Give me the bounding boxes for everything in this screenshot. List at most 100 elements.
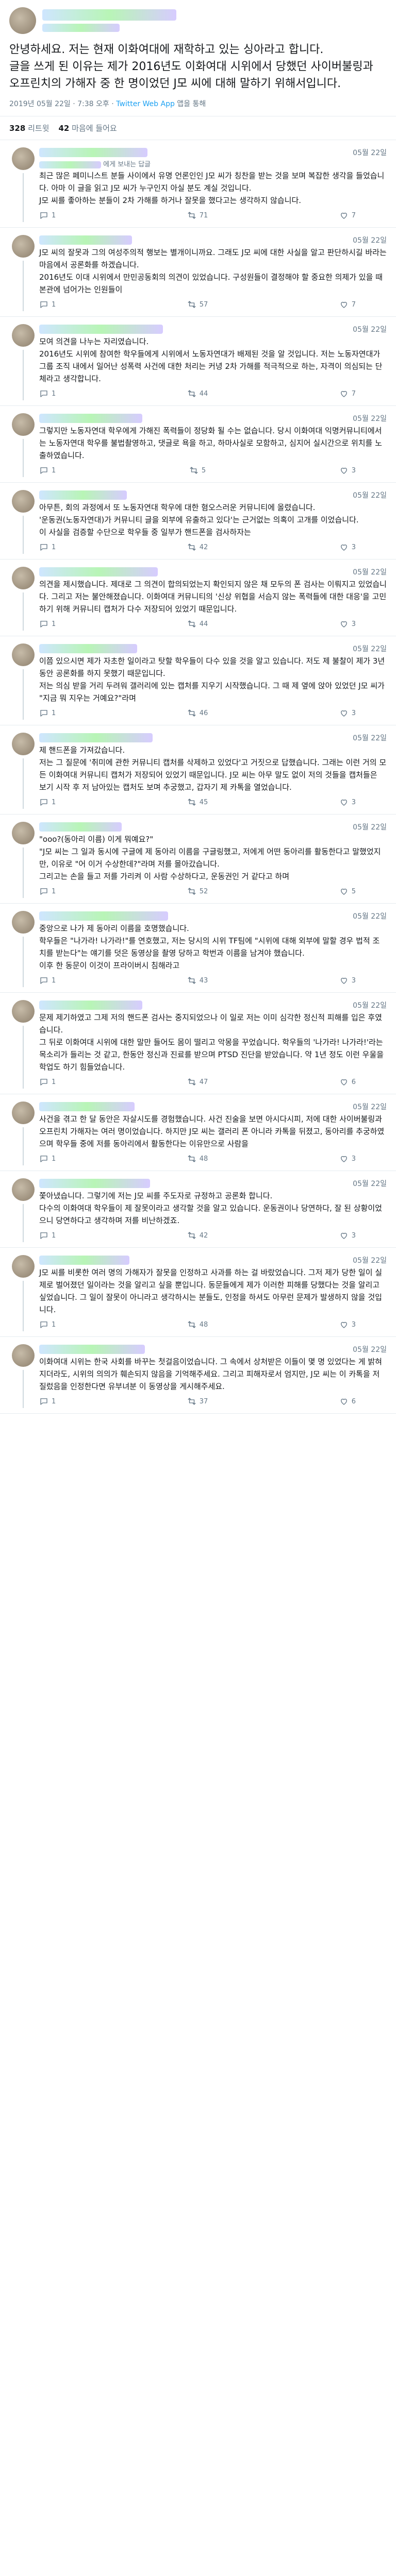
main-tweet-header bbox=[0, 0, 396, 37]
reply-tweet[interactable]: 05월 22일 "ooo?(동아리 이름) 이게 뭐예요?" "J모 씨는 그 … bbox=[0, 815, 396, 904]
reply-button[interactable]: 1 bbox=[39, 389, 56, 398]
retweet-button[interactable]: 42 bbox=[187, 543, 208, 552]
retweet-button[interactable]: 45 bbox=[187, 798, 208, 807]
retweet-button[interactable]: 43 bbox=[187, 976, 208, 985]
reply-tweet[interactable]: 05월 22일 아무튼, 회의 과정에서 또 노동자연대 학우에 대한 혐오스러… bbox=[0, 483, 396, 560]
reply-tweet[interactable]: 05월 22일 이쯤 있으시면 제가 자초한 일이라고 탓할 학우들이 다수 있… bbox=[0, 636, 396, 725]
retweet-icon bbox=[188, 390, 196, 397]
reply-avatar[interactable] bbox=[12, 1178, 35, 1201]
reply-tweet[interactable]: 05월 22일 이화여대 시위는 한국 사회를 바꾸는 첫걸음이었습니다. 그 … bbox=[0, 1337, 396, 1414]
thread-line bbox=[23, 758, 24, 809]
retweet-button[interactable]: 42 bbox=[187, 1231, 208, 1240]
reply-button[interactable]: 1 bbox=[39, 1397, 56, 1406]
retweet-label: 리트윗 bbox=[28, 124, 50, 133]
reply-button[interactable]: 1 bbox=[39, 708, 56, 718]
reply-tweet[interactable]: 05월 22일 문제 제기하였고 그제 저의 핸드폰 검사는 중지되었으나 이 … bbox=[0, 993, 396, 1094]
reply-tweet[interactable]: 05월 22일 그렇지만 노동자연대 학우에게 가해진 폭력들이 정당화 될 수… bbox=[0, 406, 396, 483]
reply-button[interactable]: 1 bbox=[39, 1231, 56, 1240]
like-button[interactable]: 5 bbox=[339, 887, 356, 896]
reply-avatar[interactable] bbox=[12, 490, 35, 513]
retweet-button[interactable]: 71 bbox=[187, 211, 208, 220]
reply-avatar[interactable] bbox=[12, 413, 35, 436]
retweet-button[interactable]: 44 bbox=[187, 389, 208, 398]
like-button[interactable]: 3 bbox=[339, 619, 356, 629]
reply-button[interactable]: 1 bbox=[39, 1077, 56, 1087]
reply-header: 05월 22일 bbox=[39, 324, 387, 334]
reply-text: 사건을 겪고 한 달 동안은 자살시도를 경험했습니다. 사건 진술을 보면 아… bbox=[39, 1114, 385, 1148]
reply-button[interactable]: 1 bbox=[39, 976, 56, 985]
reply-tweet[interactable]: 05월 22일 의견을 제시했습니다. 제대로 그 의견이 합의되었는지 확인되… bbox=[0, 560, 396, 636]
like-button[interactable]: 6 bbox=[339, 1397, 356, 1406]
reply-tweet[interactable]: 05월 22일 쫓아냈습니다. 그렇기에 저는 J모 씨를 주도자로 규정하고 … bbox=[0, 1171, 396, 1248]
like-button[interactable]: 3 bbox=[339, 798, 356, 807]
reply-author-redaction bbox=[39, 325, 163, 334]
reply-avatar-column bbox=[7, 1101, 39, 1165]
reply-header: 05월 22일 bbox=[39, 1000, 387, 1010]
reply-tweet[interactable]: 05월 22일 모여 의견을 나누는 자리였습니다. 2016년도 시위에 참여… bbox=[0, 317, 396, 406]
reply-button[interactable]: 1 bbox=[39, 798, 56, 807]
reply-avatar[interactable] bbox=[12, 643, 35, 666]
like-count: 3 bbox=[351, 1320, 356, 1329]
reply-header: 05월 22일 bbox=[39, 490, 387, 500]
reply-button[interactable]: 1 bbox=[39, 300, 56, 309]
like-button[interactable]: 7 bbox=[339, 211, 356, 220]
reply-button[interactable]: 1 bbox=[39, 543, 56, 552]
reply-actions: 1 5 3 bbox=[39, 462, 387, 477]
retweet-button[interactable]: 57 bbox=[187, 300, 208, 309]
like-button[interactable]: 3 bbox=[339, 1154, 356, 1163]
retweet-button[interactable]: 46 bbox=[187, 708, 208, 718]
like-button[interactable]: 3 bbox=[339, 543, 356, 552]
like-button[interactable]: 3 bbox=[339, 708, 356, 718]
reply-button[interactable]: 1 bbox=[39, 466, 56, 475]
retweet-button[interactable]: 37 bbox=[187, 1397, 208, 1406]
like-button[interactable]: 3 bbox=[339, 466, 356, 475]
reply-tweet[interactable]: 05월 22일 중앙으로 나가 제 동아리 이름을 호명했습니다. 학우들은 "… bbox=[0, 904, 396, 993]
reply-avatar[interactable] bbox=[12, 147, 35, 170]
like-stat[interactable]: 42 마음에 들어요 bbox=[59, 123, 117, 133]
reply-avatar[interactable] bbox=[12, 1000, 35, 1023]
reply-button[interactable]: 1 bbox=[39, 887, 56, 896]
main-tweet-source-link[interactable]: Twitter Web App bbox=[116, 100, 175, 108]
reply-avatar[interactable] bbox=[12, 733, 35, 755]
retweet-stat[interactable]: 328 리트윗 bbox=[9, 123, 50, 133]
like-button[interactable]: 7 bbox=[339, 389, 356, 398]
reply-avatar[interactable] bbox=[12, 1255, 35, 1278]
reply-date: 05월 22일 bbox=[353, 1346, 387, 1354]
retweet-button[interactable]: 48 bbox=[187, 1320, 208, 1329]
like-button[interactable]: 3 bbox=[339, 1320, 356, 1329]
reply-avatar[interactable] bbox=[12, 1101, 35, 1124]
retweet-count: 42 bbox=[199, 1231, 208, 1240]
retweet-button[interactable]: 44 bbox=[187, 619, 208, 629]
reply-avatar[interactable] bbox=[12, 567, 35, 589]
reply-avatar[interactable] bbox=[12, 1344, 35, 1367]
reply-tweet[interactable]: 05월 22일 제 핸드폰을 가져갔습니다. 저는 그 질문에 '취미에 관한 … bbox=[0, 725, 396, 815]
author-avatar[interactable] bbox=[9, 7, 36, 34]
like-icon bbox=[340, 467, 347, 474]
reply-tweet[interactable]: 05월 22일 사건을 겪고 한 달 동안은 자살시도를 경험했습니다. 사건 … bbox=[0, 1094, 396, 1171]
retweet-button[interactable]: 47 bbox=[187, 1077, 208, 1087]
reply-avatar[interactable] bbox=[12, 822, 35, 844]
reply-avatar[interactable] bbox=[12, 235, 35, 258]
like-button[interactable]: 3 bbox=[339, 1231, 356, 1240]
reply-button[interactable]: 1 bbox=[39, 211, 56, 220]
reply-tweet[interactable]: 05월 22일 J모 씨의 잘못과 그의 여성주의적 행보는 별개이니까요. 그… bbox=[0, 228, 396, 317]
retweet-count: 43 bbox=[199, 976, 208, 985]
retweet-button[interactable]: 5 bbox=[189, 466, 206, 475]
reply-tweet[interactable]: 05월 22일 에게 보내는 답글 최근 많은 페미니스트 분들 사이에서 유명… bbox=[0, 140, 396, 228]
author-name-redaction bbox=[42, 9, 176, 21]
like-button[interactable]: 6 bbox=[339, 1077, 356, 1087]
reply-avatar[interactable] bbox=[12, 911, 35, 934]
retweet-button[interactable]: 52 bbox=[187, 887, 208, 896]
reply-tweet[interactable]: 05월 22일 J모 씨를 비롯한 여러 명의 가해자가 잘못을 인정하고 사과… bbox=[0, 1248, 396, 1337]
retweet-button[interactable]: 48 bbox=[187, 1154, 208, 1163]
reply-header: 05월 22일 bbox=[39, 1178, 387, 1189]
reply-avatar[interactable] bbox=[12, 324, 35, 347]
reply-header: 05월 22일 bbox=[39, 147, 387, 158]
reply-button[interactable]: 1 bbox=[39, 1154, 56, 1163]
retweet-count: 71 bbox=[199, 211, 208, 219]
reply-button[interactable]: 1 bbox=[39, 1320, 56, 1329]
like-button[interactable]: 3 bbox=[339, 976, 356, 985]
like-button[interactable]: 7 bbox=[339, 300, 356, 309]
reply-body: 05월 22일 그렇지만 노동자연대 학우에게 가해진 폭력들이 정당화 될 수… bbox=[39, 413, 387, 477]
reply-button[interactable]: 1 bbox=[39, 619, 56, 629]
